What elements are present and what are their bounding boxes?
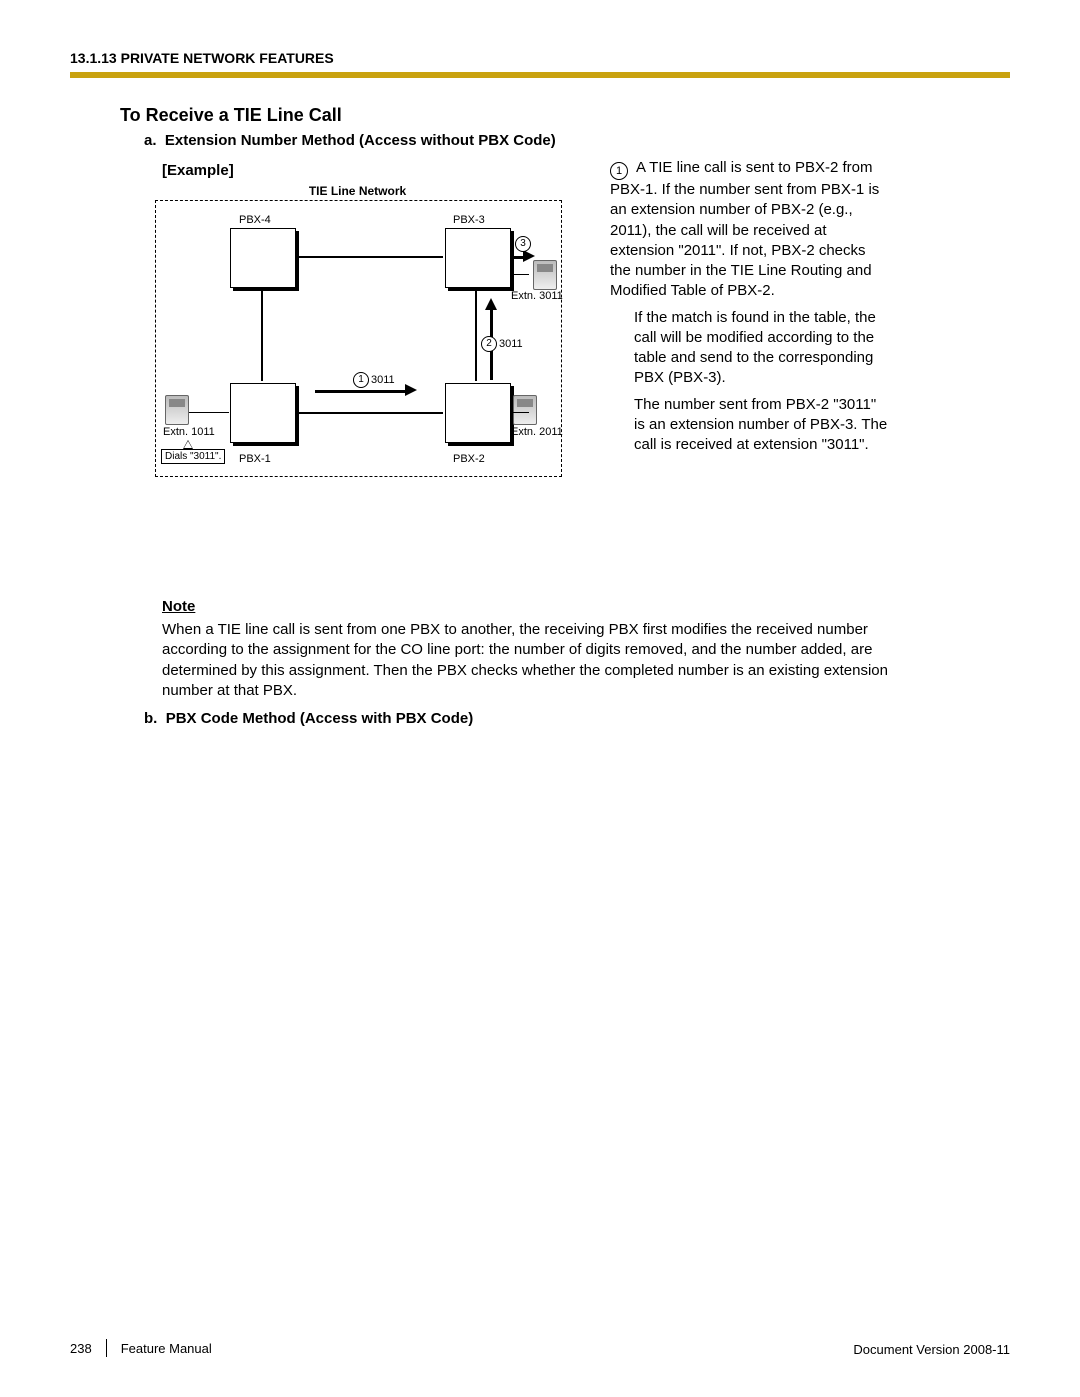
arrow1-shaft <box>315 390 405 393</box>
line-top <box>297 256 443 258</box>
step2-circle: 2 <box>481 336 497 352</box>
line-bottom <box>297 412 443 414</box>
item-b: b. PBX Code Method (Access with PBX Code… <box>144 710 473 727</box>
ext-1011-label: Extn. 1011 <box>163 426 215 438</box>
line-left <box>261 289 263 381</box>
phone-3011-icon <box>533 260 557 290</box>
note-body: When a TIE line call is sent from one PB… <box>162 620 902 701</box>
desc-p3: The number sent from PBX-2 "3011" is an … <box>610 395 890 456</box>
dials-spike <box>183 440 193 449</box>
diagram-title: TIE Line Network <box>155 184 560 198</box>
item-a: a. Extension Number Method (Access witho… <box>144 132 556 149</box>
description-block: 1A TIE line call is sent to PBX-2 from P… <box>610 158 890 461</box>
example-label: [Example] <box>162 162 234 179</box>
ext-2011-label: Extn. 2011 <box>511 426 563 438</box>
line-phone-2011 <box>511 412 529 413</box>
item-b-title: PBX Code Method (Access with PBX Code) <box>166 710 474 727</box>
item-a-title: Extension Number Method (Access without … <box>165 132 556 149</box>
line-phone-3011 <box>511 274 529 275</box>
pbx-2-box <box>445 383 511 443</box>
note-label: Note <box>162 598 195 615</box>
pbx-4-label: PBX-4 <box>239 214 271 226</box>
page-heading: To Receive a TIE Line Call <box>120 105 342 126</box>
ext-3011-label: Extn. 3011 <box>511 290 563 302</box>
arrow2-head <box>485 298 497 310</box>
manual-name: Feature Manual <box>121 1341 212 1356</box>
header-rule <box>70 72 1010 78</box>
desc-step-1-icon: 1 <box>610 162 628 180</box>
line-phone-1011 <box>189 412 229 413</box>
pbx-1-label: PBX-1 <box>239 453 271 465</box>
step1-text: 3011 <box>371 374 395 386</box>
dials-box: Dials "3011". <box>161 449 225 464</box>
arrow1-head <box>405 384 417 396</box>
phone-2011-icon <box>513 395 537 425</box>
line-right <box>475 289 477 381</box>
pbx-1-box <box>230 383 296 443</box>
item-a-prefix: a. <box>144 132 157 149</box>
footer-right: Document Version 2008-11 <box>853 1342 1010 1357</box>
header-section: 13.1.13 PRIVATE NETWORK FEATURES <box>70 50 334 66</box>
pbx-2-label: PBX-2 <box>453 453 485 465</box>
desc-p1: A TIE line call is sent to PBX-2 from PB… <box>610 159 879 299</box>
step1-circle: 1 <box>353 372 369 388</box>
pbx-3-box <box>445 228 511 288</box>
item-b-prefix: b. <box>144 710 157 727</box>
footer-left: 238 Feature Manual <box>70 1339 212 1357</box>
step2-text: 3011 <box>499 338 523 350</box>
page-number: 238 <box>70 1341 92 1356</box>
pbx-3-label: PBX-3 <box>453 214 485 226</box>
tie-line-diagram: TIE Line Network PBX-4 PBX-3 PBX-1 PBX-2… <box>155 190 565 480</box>
desc-p2: If the match is found in the table, the … <box>610 308 890 389</box>
pbx-4-box <box>230 228 296 288</box>
step3-circle: 3 <box>515 236 531 252</box>
phone-1011-icon <box>165 395 189 425</box>
arrow3-head <box>523 250 535 262</box>
footer-divider <box>106 1339 107 1357</box>
